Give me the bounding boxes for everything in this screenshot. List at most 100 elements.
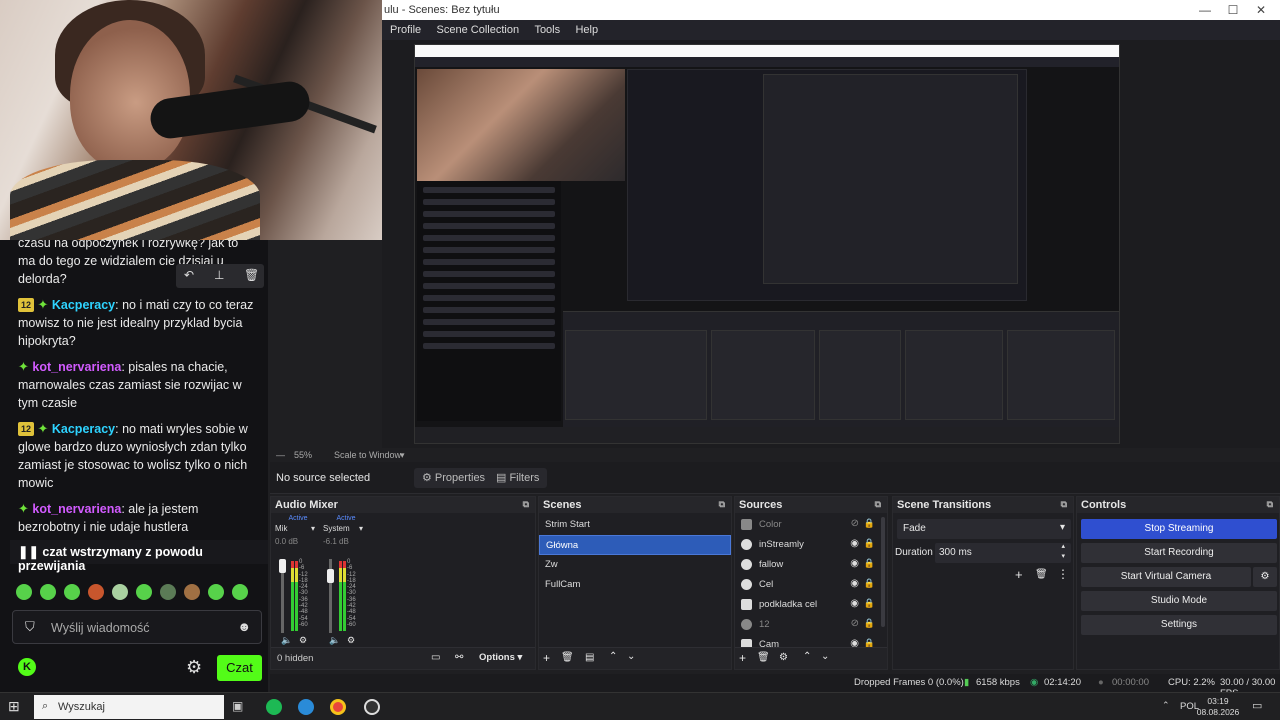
dock-menu-icon[interactable]: ⧉: [1061, 499, 1067, 510]
virtual-camera-settings-button[interactable]: ⚙: [1253, 567, 1277, 587]
source-item[interactable]: inStreamly ◉ 🔒: [735, 535, 887, 555]
emote-icon[interactable]: [64, 584, 80, 600]
eye-icon[interactable]: ◉: [850, 538, 859, 549]
kick-logo-icon[interactable]: K: [18, 658, 36, 676]
emote-icon[interactable]: [184, 584, 200, 600]
lock-icon[interactable]: 🔒: [864, 618, 875, 629]
obs-icon[interactable]: [364, 699, 380, 715]
duration-input[interactable]: 300 ms ▴ ▾: [935, 543, 1071, 563]
eye-icon[interactable]: ◉: [850, 598, 859, 609]
speaker-icon[interactable]: 🔈: [281, 635, 292, 646]
chat-message[interactable]: 12 ✦ Kacperacy: no mati wryles sobie w g…: [18, 420, 258, 492]
trash-icon[interactable]: 🗑: [561, 652, 574, 663]
channel-menu-icon[interactable]: ▾: [359, 524, 363, 533]
lock-icon[interactable]: 🔒: [864, 558, 875, 569]
move-down-icon[interactable]: ⌄: [821, 651, 829, 662]
emote-icon[interactable]: [40, 584, 56, 600]
trash-icon[interactable]: 🗑: [1035, 569, 1048, 580]
dock-menu-icon[interactable]: ⧉: [1267, 499, 1273, 510]
close-button[interactable]: ✕: [1246, 2, 1276, 18]
lock-icon[interactable]: 🔒: [864, 578, 875, 589]
menu-profile[interactable]: Profile: [386, 24, 425, 36]
start-recording-button[interactable]: Start Recording: [1081, 543, 1277, 563]
add-icon[interactable]: +: [1015, 567, 1023, 582]
pin-icon[interactable]: ⊥: [214, 268, 224, 282]
chat-username[interactable]: Kacperacy: [52, 422, 115, 436]
move-up-icon[interactable]: ⌃: [609, 651, 617, 662]
stop-streaming-button[interactable]: Stop Streaming: [1081, 519, 1277, 539]
program-preview[interactable]: [382, 40, 1280, 448]
volume-slider-mik[interactable]: [279, 559, 286, 633]
layout-icon[interactable]: ▭: [431, 652, 440, 663]
minimize-button[interactable]: —: [1190, 2, 1220, 18]
gear-icon[interactable]: ⚙: [779, 652, 788, 663]
zoom-out-icon[interactable]: —: [276, 450, 285, 460]
dock-menu-icon[interactable]: ⧉: [875, 499, 881, 510]
chat-message[interactable]: ✦ kot_nervariena: pisales na chacie, mar…: [18, 358, 258, 412]
trash-icon[interactable]: 🗑: [244, 268, 259, 282]
dock-menu-icon[interactable]: ⧉: [719, 499, 725, 510]
settings-button[interactable]: Settings: [1081, 615, 1277, 635]
scene-item-selected[interactable]: Główna: [539, 535, 731, 555]
chrome-icon[interactable]: [330, 699, 346, 715]
studio-mode-button[interactable]: Studio Mode: [1081, 591, 1277, 611]
gear-icon[interactable]: ⚙: [186, 657, 202, 678]
volume-slider-system[interactable]: [327, 559, 334, 633]
eye-icon[interactable]: ◉: [850, 578, 859, 589]
filter-icon[interactable]: ▤: [585, 652, 594, 663]
options-button[interactable]: Options ▾: [479, 652, 522, 663]
chat-message[interactable]: ✦ kot_nervariena: ale ja jestem bezrobot…: [18, 500, 258, 536]
source-item[interactable]: Color ⊘ 🔒: [735, 515, 887, 535]
chat-username[interactable]: kot_nervariena: [32, 360, 121, 374]
scrollbar[interactable]: [881, 517, 885, 627]
lock-icon[interactable]: 🔒: [864, 598, 875, 609]
notification-icon[interactable]: ▭: [1252, 699, 1262, 712]
emote-icon[interactable]: [112, 584, 128, 600]
menu-help[interactable]: Help: [571, 24, 602, 36]
taskbar-clock[interactable]: 03:19 08.08.2026: [1196, 696, 1240, 718]
more-icon[interactable]: ⋮: [1057, 567, 1069, 581]
filters-button[interactable]: ▤ Filters: [488, 468, 548, 488]
menu-scene-collection[interactable]: Scene Collection: [433, 24, 524, 36]
windows-start-icon[interactable]: ⊞: [8, 698, 20, 715]
edge-icon[interactable]: [298, 699, 314, 715]
gear-icon[interactable]: ⚙: [347, 635, 355, 646]
scene-item[interactable]: Zw: [539, 555, 731, 575]
menu-tools[interactable]: Tools: [530, 24, 564, 36]
chat-message[interactable]: 12 ✦ Kacperacy: no i mati czy to co tera…: [18, 296, 258, 350]
emote-icon[interactable]: [136, 584, 152, 600]
lock-icon[interactable]: 🔒: [864, 538, 875, 549]
emote-icon[interactable]: [160, 584, 176, 600]
tray-chevron-icon[interactable]: ⌃: [1162, 700, 1170, 711]
trash-icon[interactable]: 🗑: [757, 652, 770, 663]
eye-hidden-icon[interactable]: ⊘: [851, 518, 859, 529]
add-icon[interactable]: +: [739, 651, 746, 665]
start-virtual-camera-button[interactable]: Start Virtual Camera: [1081, 567, 1251, 587]
move-down-icon[interactable]: ⌄: [627, 651, 635, 662]
add-icon[interactable]: +: [543, 651, 550, 665]
source-item[interactable]: Cel ◉ 🔒: [735, 575, 887, 595]
reply-icon[interactable]: ↶: [184, 268, 194, 282]
source-item[interactable]: 12 ⊘ 🔒: [735, 615, 887, 635]
chat-username[interactable]: Kacperacy: [52, 298, 115, 312]
chat-send-button[interactable]: Czat: [217, 655, 262, 681]
channel-menu-icon[interactable]: ▾: [311, 524, 315, 533]
eye-icon[interactable]: ◉: [850, 558, 859, 569]
taskbar-search[interactable]: ⌕ Wyszukaj: [34, 695, 224, 719]
chat-input[interactable]: ⛉ Wyślij wiadomość ☻: [12, 610, 262, 644]
source-item[interactable]: fallow ◉ 🔒: [735, 555, 887, 575]
scene-item[interactable]: FullCam: [539, 575, 731, 595]
chat-username[interactable]: kot_nervariena: [32, 502, 121, 516]
scale-to-window[interactable]: Scale to Window: [334, 450, 401, 460]
emote-icon[interactable]: [88, 584, 104, 600]
emoji-icon[interactable]: ☻: [237, 619, 251, 634]
maximize-button[interactable]: ☐: [1218, 2, 1248, 18]
properties-button[interactable]: ⚙ Properties: [414, 468, 494, 488]
spotify-icon[interactable]: [266, 699, 282, 715]
speaker-icon[interactable]: 🔈: [329, 635, 340, 646]
scale-dropdown-icon[interactable]: ▾: [400, 450, 405, 461]
scene-item[interactable]: Strim Start: [539, 515, 731, 535]
dock-menu-icon[interactable]: ⧉: [523, 499, 529, 510]
chat-paused-banner[interactable]: ❚❚ czat wstrzymany z powodu przewijania: [10, 540, 268, 573]
source-item[interactable]: podkladka cel ◉ 🔒: [735, 595, 887, 615]
